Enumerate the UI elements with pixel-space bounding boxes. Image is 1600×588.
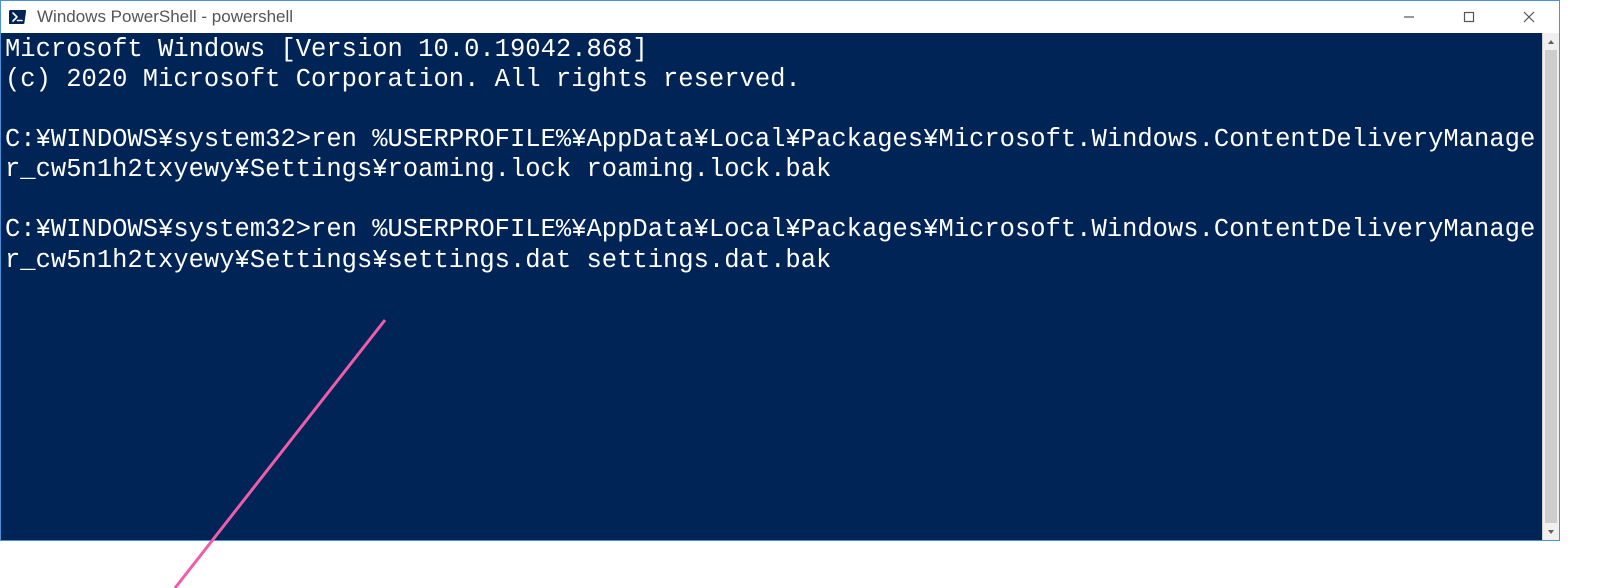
- scroll-up-arrow-icon[interactable]: [1543, 33, 1559, 50]
- window-title: Windows PowerShell - powershell: [37, 7, 293, 27]
- scroll-track[interactable]: [1543, 50, 1559, 523]
- terminal-line: [5, 95, 1538, 125]
- scroll-thumb[interactable]: [1545, 50, 1557, 523]
- maximize-button[interactable]: [1439, 1, 1499, 33]
- titlebar[interactable]: Windows PowerShell - powershell: [1, 1, 1559, 33]
- window-controls: [1379, 1, 1559, 33]
- terminal-line: [5, 185, 1538, 215]
- vertical-scrollbar[interactable]: [1542, 33, 1559, 540]
- scroll-down-arrow-icon[interactable]: [1543, 523, 1559, 540]
- powershell-icon: [9, 8, 27, 26]
- terminal-line: C:¥WINDOWS¥system32>ren %USERPROFILE%¥Ap…: [5, 125, 1538, 185]
- terminal-line: C:¥WINDOWS¥system32>ren %USERPROFILE%¥Ap…: [5, 215, 1538, 275]
- terminal-line: Microsoft Windows [Version 10.0.19042.86…: [5, 35, 1538, 65]
- minimize-button[interactable]: [1379, 1, 1439, 33]
- terminal-line: [5, 276, 1538, 306]
- powershell-window: Windows PowerShell - powershell Microsof…: [0, 0, 1560, 541]
- terminal-line: (c) 2020 Microsoft Corporation. All righ…: [5, 65, 1538, 95]
- client-area: Microsoft Windows [Version 10.0.19042.86…: [1, 33, 1559, 540]
- terminal-output[interactable]: Microsoft Windows [Version 10.0.19042.86…: [1, 33, 1542, 540]
- close-button[interactable]: [1499, 1, 1559, 33]
